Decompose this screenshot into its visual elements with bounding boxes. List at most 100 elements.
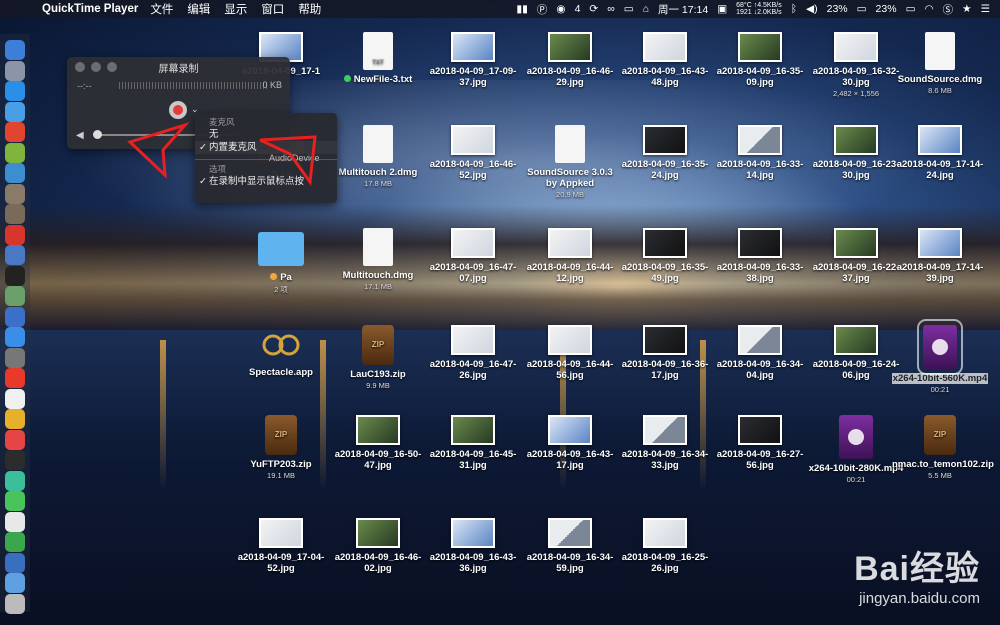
textedit-icon[interactable] [5, 511, 25, 532]
sync-status-icon[interactable]: ⟳ [589, 3, 598, 15]
terminal-icon[interactable] [5, 265, 25, 286]
system-monitor[interactable]: 68°C ↑4.5KB/s 1921 ↓2.0KB/s [736, 2, 782, 16]
preview-icon[interactable] [5, 101, 25, 122]
desktop-item[interactable]: a2018-04-09_16-34-59.jpg [522, 518, 618, 574]
desktop-item[interactable]: a2018-04-09_16-43-48.jpg [617, 32, 713, 88]
desktop-item[interactable]: TXT NewFile-3.txt [330, 32, 426, 85]
record-button[interactable] [169, 101, 187, 119]
desktop-item[interactable]: SoundSource.dmg 8.6 MB [892, 32, 988, 95]
desktop-item[interactable]: a2018-04-09_16-43-17.jpg [522, 415, 618, 471]
desktop-item[interactable]: SoundSource 3.0.3 by Appked 20.9 MB [522, 125, 618, 199]
desktop-item[interactable]: a2018-04-09_17-14-24.jpg [892, 125, 988, 181]
option-show-mouse-clicks[interactable]: ✓ 在录制中显示鼠标点按 [195, 175, 337, 188]
desktop-item[interactable]: ZIP YuFTP203.zip 19.1 MB [233, 415, 329, 480]
app-red-icon[interactable] [5, 122, 25, 142]
yandex-icon[interactable] [5, 388, 25, 409]
desktop-item[interactable]: Spectacle.app [233, 325, 329, 378]
menu-edit[interactable]: 编辑 [187, 1, 210, 17]
menu-view[interactable]: 显示 [224, 1, 247, 17]
photo-app-icon[interactable] [5, 204, 25, 224]
desktop-item[interactable]: a2018-04-09_16-36-17.jpg [617, 325, 713, 381]
wifi-icon[interactable]: ◠ [924, 3, 933, 15]
desktop-item[interactable]: a2018-04-09_16-35-24.jpg [617, 125, 713, 181]
mic-option-none[interactable]: 无 [195, 128, 337, 141]
console-icon[interactable] [5, 450, 25, 470]
desktop-item[interactable]: a2018-04-09_17-09-37.jpg [425, 32, 521, 88]
desktop-item[interactable]: a2018-04-09_16-22-37.jpg [808, 228, 904, 284]
battery-percent-2[interactable]: 23% [876, 3, 897, 15]
trash-icon[interactable] [5, 593, 25, 614]
clock-text[interactable]: 周一 17:14 [658, 2, 708, 17]
desktop-item[interactable]: a2018-04-09_17-14-39.jpg [892, 228, 988, 284]
volume-icon[interactable]: ◀) [806, 3, 818, 15]
desktop-item[interactable]: a2018-04-09_16-24-06.jpg [808, 325, 904, 381]
bluetooth-icon[interactable]: ᛒ [791, 3, 797, 15]
chrome-icon[interactable] [5, 409, 25, 429]
desktop-item[interactable]: Multitouch.dmg 17.1 MB [330, 228, 426, 291]
status-p-icon[interactable]: Ⓟ [537, 2, 548, 17]
downloads-folder-icon[interactable] [5, 573, 25, 593]
desktop-item[interactable]: a2018-04-09_16-25-26.jpg [617, 518, 713, 574]
desktop-item[interactable]: a2018-04-09_16-46-52.jpg [425, 125, 521, 181]
mic-option-audiodevice[interactable]: AudioDevice [269, 153, 320, 163]
battery-icon[interactable]: ▭ [857, 3, 867, 15]
display-status-icon[interactable]: ▭ [624, 3, 634, 15]
desktop-item[interactable]: a2018-04-09_16-50-47.jpg [330, 415, 426, 471]
airplay-status-icon[interactable]: ⌂ [643, 3, 649, 15]
iqiyi-icon[interactable] [5, 224, 25, 245]
desktop-item[interactable]: a2018-04-09_16-34-33.jpg [617, 415, 713, 471]
status-bars-icon[interactable]: ▮▮ [516, 3, 528, 15]
gear-app-icon[interactable] [5, 183, 25, 204]
bluetooth-app-icon[interactable] [5, 306, 25, 327]
menu-help[interactable]: 帮助 [298, 1, 321, 17]
system-prefs-icon[interactable] [5, 347, 25, 368]
battery-percent-1[interactable]: 23% [827, 3, 848, 15]
desktop-item[interactable]: x264-10bit-560K.mp4 00:21 [892, 319, 988, 394]
refresh-app-icon[interactable] [5, 532, 25, 552]
desktop-item[interactable]: ZIP nmac.to_temon102.zip 5.5 MB [892, 415, 994, 480]
weibo-icon[interactable] [5, 368, 25, 388]
desktop-item[interactable]: a2018-04-09_16-23-30.jpg [808, 125, 904, 181]
desktop-item[interactable]: ZIP LauC193.zip 9.9 MB [330, 325, 426, 390]
vivaldi-icon[interactable] [5, 429, 25, 450]
quicktime-icon[interactable] [5, 552, 25, 573]
menu-window[interactable]: 窗口 [261, 1, 284, 17]
launchpad-icon[interactable] [5, 60, 25, 81]
desktop-item[interactable]: a2018-04-09_16-33-14.jpg [712, 125, 808, 181]
wechat-icon[interactable] [5, 491, 25, 511]
safari-icon[interactable] [5, 81, 25, 101]
volume-slider-knob[interactable] [93, 130, 102, 139]
desktop-item[interactable]: a2018-04-09_16-33-38.jpg [712, 228, 808, 284]
app-s-icon[interactable]: Ⓢ [943, 2, 954, 17]
sync-app-icon[interactable] [5, 470, 25, 491]
wechat-status-icon[interactable]: ◉ [556, 3, 565, 15]
desktop-item[interactable]: a2018-04-09_16-34-04.jpg [712, 325, 808, 381]
desktop-item[interactable]: a2018-04-09_16-35-09.jpg [712, 32, 808, 88]
desktop-item[interactable]: a2018-04-09_16-45-31.jpg [425, 415, 521, 471]
desktop-item[interactable]: a2018-04-09_16-46-02.jpg [330, 518, 426, 574]
desktop-item[interactable]: a2018-04-09_16-27-56.jpg [712, 415, 808, 471]
desktop-item[interactable]: a2018-04-09_16-44-56.jpg [522, 325, 618, 381]
desktop-item[interactable]: x264-10bit-280K.mp4 00:21 [808, 415, 904, 484]
desktop-item[interactable]: a2018-04-09_16-43-36.jpg [425, 518, 521, 574]
android-icon[interactable] [5, 142, 25, 163]
map-app-icon[interactable] [5, 286, 25, 306]
glasses-status-icon[interactable]: ∞ [607, 3, 615, 15]
desktop-item[interactable]: a2018-04-09_16-47-26.jpg [425, 325, 521, 381]
list-menu-icon[interactable]: ☰ [981, 3, 990, 15]
xcode-icon[interactable] [5, 245, 25, 265]
desktop-item[interactable]: a2018-04-09_17-04-52.jpg [233, 518, 329, 574]
finder-icon[interactable] [5, 40, 25, 60]
battery-charge-icon[interactable]: ▭ [906, 3, 916, 15]
desktop-item[interactable]: Multitouch 2.dmg 17.8 MB [330, 125, 426, 188]
desktop-item[interactable]: a2018-04-09_16-35-49.jpg [617, 228, 713, 284]
desktop-item[interactable]: a2018-04-09_16-46-29.jpg [522, 32, 618, 88]
laptop-status-icon[interactable]: ▣ [717, 3, 727, 15]
appstore-icon[interactable] [5, 327, 25, 347]
arrow-app-icon[interactable] [5, 163, 25, 183]
menu-file[interactable]: 文件 [150, 1, 173, 17]
desktop-item[interactable]: a2018-04-09_16-47-07.jpg [425, 228, 521, 284]
desktop-item[interactable]: a2018-04-09_16-44-12.jpg [522, 228, 618, 284]
app-menu[interactable]: QuickTime Player [42, 3, 138, 15]
star-icon[interactable]: ★ [962, 3, 971, 15]
